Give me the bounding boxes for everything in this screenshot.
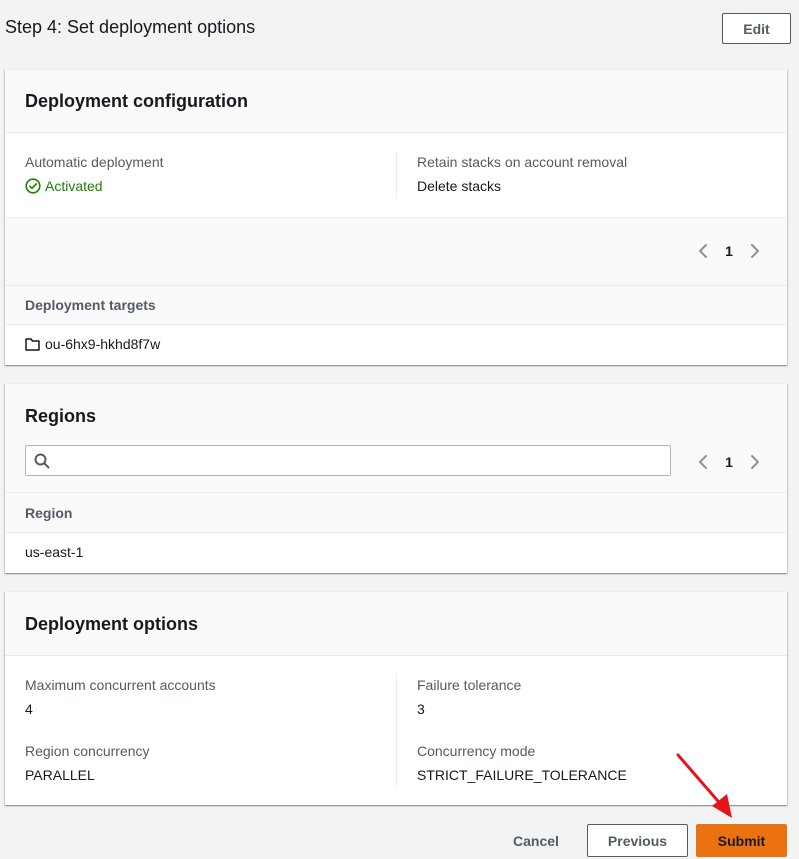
table-row: us-east-1 bbox=[25, 544, 83, 560]
previous-button[interactable]: Previous bbox=[587, 824, 688, 857]
folder-icon bbox=[25, 337, 40, 351]
failure-tolerance-label: Failure tolerance bbox=[417, 677, 522, 693]
divider bbox=[5, 217, 787, 218]
column-divider bbox=[396, 152, 397, 198]
automatic-deployment-status: Activated bbox=[25, 178, 103, 194]
automatic-deployment-label: Automatic deployment bbox=[25, 154, 164, 170]
region-concurrency-label: Region concurrency bbox=[25, 743, 150, 759]
deployment-options-card: Deployment options Maximum concurrent ac… bbox=[5, 591, 787, 805]
retain-stacks-value: Delete stacks bbox=[417, 178, 502, 194]
table-row: ou-6hx9-hkhd8f7w bbox=[25, 336, 160, 352]
page-number[interactable]: 1 bbox=[713, 454, 745, 470]
regions-table-header: Region bbox=[5, 493, 787, 532]
region-column-header: Region bbox=[25, 505, 73, 521]
targets-toolbar: 1 bbox=[5, 217, 787, 285]
concurrency-mode-label: Concurrency mode bbox=[417, 743, 536, 759]
chevron-right-icon[interactable] bbox=[745, 241, 765, 261]
card-title: Deployment configuration bbox=[25, 91, 249, 111]
search-input[interactable] bbox=[56, 450, 656, 472]
divider bbox=[5, 532, 787, 533]
card-title: Regions bbox=[25, 406, 97, 426]
deployment-configuration-card: Deployment configuration Automatic deplo… bbox=[5, 69, 787, 365]
deployment-targets-header: Deployment targets bbox=[25, 297, 156, 313]
divider bbox=[5, 324, 787, 325]
targets-pagination: 1 bbox=[693, 241, 765, 261]
card-header: Regions 1 bbox=[5, 384, 787, 492]
retain-stacks-label: Retain stacks on account removal bbox=[417, 154, 628, 170]
edit-button[interactable]: Edit bbox=[722, 13, 791, 44]
failure-tolerance-value: 3 bbox=[417, 701, 425, 717]
targets-table-header: Deployment targets bbox=[5, 286, 787, 324]
submit-button[interactable]: Submit bbox=[696, 824, 787, 857]
card-title: Deployment options bbox=[25, 614, 199, 634]
search-icon bbox=[34, 453, 50, 469]
page-number[interactable]: 1 bbox=[713, 243, 745, 259]
deployment-target-id: ou-6hx9-hkhd8f7w bbox=[45, 336, 161, 352]
red-arrow-icon bbox=[676, 753, 732, 818]
chevron-right-icon[interactable] bbox=[745, 452, 765, 472]
column-divider bbox=[396, 674, 397, 786]
cancel-button[interactable]: Cancel bbox=[500, 824, 572, 857]
concurrency-mode-value: STRICT_FAILURE_TOLERANCE bbox=[417, 767, 627, 783]
step-title: Step 4: Set deployment options bbox=[5, 17, 256, 37]
region-value: us-east-1 bbox=[25, 544, 84, 560]
card-header: Deployment options bbox=[5, 592, 787, 656]
check-circle-icon bbox=[25, 178, 41, 194]
regions-card: Regions 1 Region us-east-1 bbox=[5, 383, 787, 573]
regions-pagination: 1 bbox=[693, 452, 765, 472]
chevron-left-icon[interactable] bbox=[693, 241, 713, 261]
region-concurrency-value: PARALLEL bbox=[25, 767, 95, 783]
card-header: Deployment configuration bbox=[5, 70, 787, 133]
max-concurrent-accounts-value: 4 bbox=[25, 701, 33, 717]
step-header: Step 4: Set deployment options Edit bbox=[5, 0, 795, 56]
chevron-left-icon[interactable] bbox=[693, 452, 713, 472]
search-field[interactable] bbox=[25, 445, 671, 476]
automatic-deployment-value: Activated bbox=[45, 178, 103, 194]
max-concurrent-accounts-label: Maximum concurrent accounts bbox=[25, 677, 216, 693]
